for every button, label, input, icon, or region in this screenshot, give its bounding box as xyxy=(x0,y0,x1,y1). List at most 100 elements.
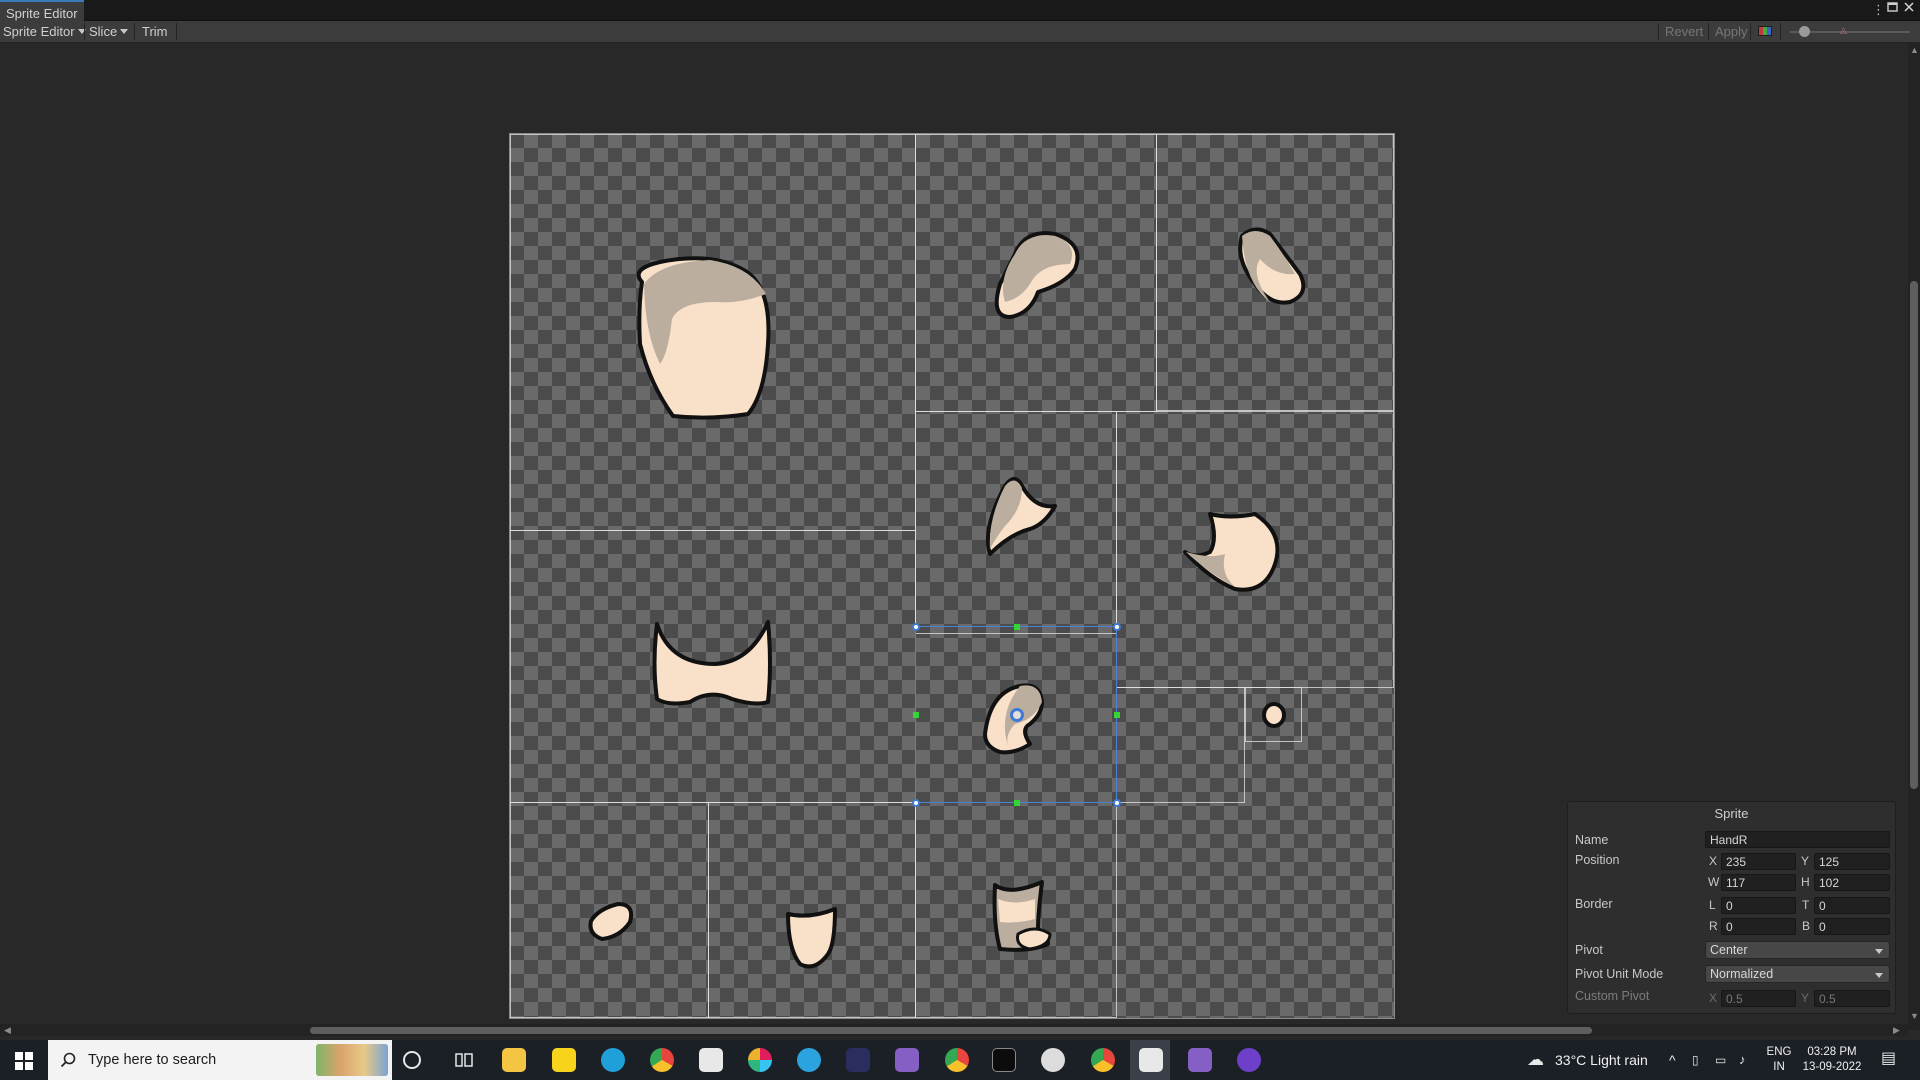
sprite-slice[interactable] xyxy=(1116,411,1394,688)
t-label: T xyxy=(1802,898,1810,912)
editor-mode-label: Sprite Editor xyxy=(3,24,75,39)
pivot-label: Pivot xyxy=(1575,943,1603,957)
sprite-slice[interactable] xyxy=(510,802,709,1018)
file-explorer-icon[interactable] xyxy=(502,1048,526,1072)
sprite-slice[interactable] xyxy=(1116,687,1245,803)
resize-handle-top-left[interactable] xyxy=(912,623,920,631)
pivot-dropdown[interactable]: Center xyxy=(1705,941,1890,959)
vertical-scrollbar[interactable]: ▲ ▼ xyxy=(1908,43,1920,1030)
width-field[interactable]: 117 xyxy=(1721,874,1796,891)
resize-handle-top-right[interactable] xyxy=(1113,623,1121,631)
resize-handle-right[interactable] xyxy=(1114,712,1120,718)
resize-handle-bottom[interactable] xyxy=(1014,800,1020,806)
chevron-up-icon[interactable]: ^ xyxy=(1669,1052,1676,1068)
resize-handle-left[interactable] xyxy=(913,712,919,718)
custom-pivot-label: Custom Pivot xyxy=(1575,989,1650,1003)
sprite-slice[interactable] xyxy=(1156,134,1394,411)
slack-icon[interactable] xyxy=(748,1048,772,1072)
visual-studio-alt-icon[interactable] xyxy=(1188,1048,1212,1072)
terminal-icon[interactable] xyxy=(992,1048,1016,1072)
slice-dropdown[interactable]: Slice xyxy=(86,21,131,42)
volume-icon[interactable]: ♪ xyxy=(1739,1052,1746,1068)
sprite-slice[interactable] xyxy=(708,802,916,1018)
resize-handle-bottom-left[interactable] xyxy=(912,799,920,807)
custom-pivot-y-label: Y xyxy=(1801,991,1810,1005)
taskbar-search-box[interactable]: Type here to search xyxy=(48,1040,392,1080)
border-top-field[interactable]: 0 xyxy=(1814,897,1890,914)
sprite-editor-toolbar: Sprite Editor Slice Trim Revert Apply ◬ xyxy=(0,21,1920,43)
cloud-rain-icon[interactable]: ☁ xyxy=(1527,1051,1544,1068)
vertical-scroll-thumb[interactable] xyxy=(1910,281,1918,789)
border-left-field[interactable]: 0 xyxy=(1721,897,1796,914)
telegram-icon[interactable] xyxy=(797,1048,821,1072)
edge-icon[interactable] xyxy=(601,1048,625,1072)
windows-taskbar: Type here to search ☁ 33°C Light rain ^ … xyxy=(0,1040,1920,1080)
chrome-alt-icon[interactable] xyxy=(1091,1048,1115,1072)
horizontal-scroll-thumb[interactable] xyxy=(310,1027,1592,1034)
sprite-slice[interactable] xyxy=(510,134,916,531)
sprite-slice[interactable] xyxy=(915,134,1157,412)
horizontal-scrollbar[interactable]: ◀ ▶ xyxy=(0,1024,1908,1036)
scroll-left-icon[interactable]: ◀ xyxy=(4,1025,11,1035)
resize-handle-bottom-right[interactable] xyxy=(1113,799,1121,807)
height-field[interactable]: 102 xyxy=(1814,874,1890,891)
github-desktop-icon[interactable] xyxy=(1237,1048,1261,1072)
editor-mode-dropdown[interactable]: Sprite Editor xyxy=(0,21,89,42)
battery-icon[interactable]: ▯ xyxy=(1692,1052,1699,1068)
sprite-slice[interactable] xyxy=(1245,687,1302,742)
unity-icon[interactable] xyxy=(1041,1048,1065,1072)
toolbar-divider xyxy=(1658,23,1659,40)
weather-text[interactable]: 33°C Light rain xyxy=(1555,1040,1648,1080)
sprite-slice[interactable] xyxy=(915,411,1117,634)
name-label: Name xyxy=(1575,833,1609,847)
zoom-slider-thumb[interactable] xyxy=(1799,26,1810,37)
toolbar-divider xyxy=(1708,23,1709,40)
network-icon[interactable]: ▭ xyxy=(1715,1052,1726,1068)
revert-button[interactable]: Revert xyxy=(1662,21,1706,42)
chevron-down-icon xyxy=(1875,949,1883,954)
unity-hub-icon[interactable] xyxy=(699,1048,723,1072)
task-view-icon[interactable] xyxy=(452,1048,476,1072)
sticky-notes-icon[interactable] xyxy=(552,1048,576,1072)
toolbar-divider xyxy=(1780,23,1781,40)
kebab-icon[interactable]: ⋮ xyxy=(1872,2,1885,18)
scroll-right-icon[interactable]: ▶ xyxy=(1893,1025,1900,1035)
color-channel-icon[interactable] xyxy=(1758,26,1772,36)
sprite-editor-tab[interactable]: Sprite Editor xyxy=(0,0,84,22)
clock[interactable]: 03:28 PM 13-09-2022 xyxy=(1796,1045,1868,1075)
unity-active-icon[interactable] xyxy=(1139,1048,1163,1072)
sprite-slice[interactable] xyxy=(510,530,916,803)
sprite-sheet-texture[interactable] xyxy=(509,133,1395,1019)
border-bottom-field[interactable]: 0 xyxy=(1814,918,1890,935)
chrome-profile-icon[interactable] xyxy=(945,1048,969,1072)
y-label: Y xyxy=(1801,854,1810,868)
name-field[interactable]: HandR xyxy=(1705,831,1890,848)
language-indicator[interactable]: ENG IN xyxy=(1764,1045,1794,1075)
visual-studio-icon[interactable] xyxy=(895,1048,919,1072)
scroll-up-icon[interactable]: ▲ xyxy=(1910,45,1919,55)
h-label: H xyxy=(1801,875,1810,889)
pivot-handle[interactable] xyxy=(1010,708,1024,722)
scroll-down-icon[interactable]: ▼ xyxy=(1910,1011,1919,1021)
notification-center-icon[interactable]: ▤ xyxy=(1881,1051,1896,1067)
pivot-unit-mode-dropdown[interactable]: Normalized xyxy=(1705,965,1890,983)
chrome-icon[interactable] xyxy=(650,1048,674,1072)
close-icon[interactable] xyxy=(1903,1,1915,17)
fox-icon[interactable] xyxy=(846,1048,870,1072)
resize-handle-top[interactable] xyxy=(1014,624,1020,630)
pivot-unit-mode-value: Normalized xyxy=(1710,967,1774,981)
start-button[interactable] xyxy=(0,1040,48,1080)
cortana-icon[interactable] xyxy=(403,1051,421,1069)
trim-button[interactable]: Trim xyxy=(139,21,171,42)
l-label: L xyxy=(1709,898,1716,912)
sprite-slice[interactable] xyxy=(915,802,1117,1018)
position-x-field[interactable]: 235 xyxy=(1721,853,1796,870)
custom-pivot-y-field: 0.5 xyxy=(1814,990,1890,1007)
sprite-inspector-panel: Sprite Name HandR Position X 235 Y 125 W… xyxy=(1567,801,1896,1014)
chevron-down-icon xyxy=(1875,973,1883,978)
maximize-icon[interactable] xyxy=(1887,1,1899,17)
toolbar-divider xyxy=(176,23,177,40)
border-right-field[interactable]: 0 xyxy=(1721,918,1796,935)
position-y-field[interactable]: 125 xyxy=(1814,853,1890,870)
apply-button[interactable]: Apply xyxy=(1712,21,1751,42)
